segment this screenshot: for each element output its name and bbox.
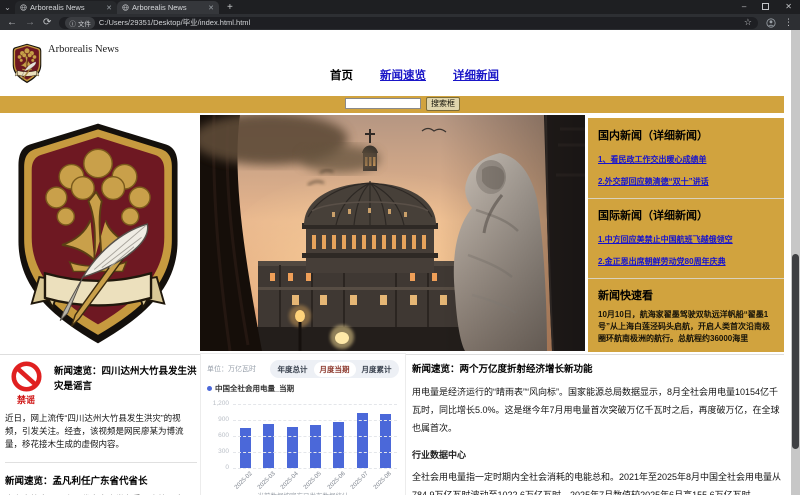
forward-icon[interactable]: → xyxy=(25,18,35,28)
chart-legend: 中国全社会用电量_当期 xyxy=(207,383,399,394)
tab-close-icon[interactable]: ✕ xyxy=(106,4,112,12)
chart-bar xyxy=(240,428,251,468)
tab-search-button[interactable]: ⌄ xyxy=(0,1,15,14)
news-subheading: 行业数据中心 xyxy=(412,448,784,461)
sidebar-link-domestic-1[interactable]: 1、看民政工作交出暖心成绩单 xyxy=(598,154,774,165)
chart-y-tick-label: 600 xyxy=(207,432,229,439)
chevron-down-icon: ⌄ xyxy=(4,3,11,12)
news-divider xyxy=(5,462,197,463)
globe-icon xyxy=(122,4,129,11)
chart-bars xyxy=(234,396,397,468)
chart-unit-label: 单位：万亿瓦时 xyxy=(207,364,256,374)
browser-tabstrip: ⌄ Arborealis News ✕ Arborealis News ✕ + … xyxy=(0,0,800,14)
chart-bar xyxy=(310,425,321,468)
chart-bar xyxy=(333,422,344,468)
close-button[interactable]: ✕ xyxy=(785,2,792,11)
chart-gridline xyxy=(233,468,397,469)
chart-gridline xyxy=(233,452,397,453)
tab-title: Arborealis News xyxy=(30,3,103,12)
chart-x-axis-labels: 2025-022025-032025-042025-052025-062025-… xyxy=(234,474,397,489)
bookmark-star-icon[interactable]: ☆ xyxy=(744,17,752,28)
browser-menu-icon[interactable]: ⋮ xyxy=(784,17,793,28)
news-sidebar: 国内新闻（详细新闻） 1、看民政工作交出暖心成绩单 2.外交部回应赖清德“双十”… xyxy=(588,118,784,352)
chart-plot-area: 0 300 600 900 1,200 xyxy=(207,396,399,474)
back-icon[interactable]: ← xyxy=(7,18,17,28)
sidebar-link-domestic-2[interactable]: 2.外交部回应赖清德“双十”讲话 xyxy=(598,176,774,187)
site-logo-crest-icon xyxy=(10,39,44,88)
rumor-ban-badge: 禁谣 xyxy=(17,393,35,406)
browser-toolbar: ← → ⟳ ⓘ文件 C:/Users/29351/Desktop/毕业/inde… xyxy=(0,14,800,31)
globe-icon xyxy=(20,4,27,11)
sidebar-link-intl-2[interactable]: 2.金正恩出席朝鲜劳动党80周年庆典 xyxy=(598,256,774,267)
news-title[interactable]: 新闻速览：孟凡利任广东省代省长 xyxy=(5,473,197,487)
main-nav: 首页 新闻速览 详细新闻 xyxy=(330,67,499,83)
news-column-left: 禁谣 新闻速览：四川达州大竹县发生洪灾是谣言 近日，网上流传“四川达州大竹县发生… xyxy=(5,361,197,495)
site-name: Arborealis News xyxy=(48,44,119,55)
chart-y-tick-label: 1,200 xyxy=(207,400,229,407)
news-title[interactable]: 新闻速览：两个万亿度折射经济增长新功能 xyxy=(412,361,784,375)
sidebar-link-intl-1[interactable]: 1.中方回应美禁止中国航班飞越俄领空 xyxy=(598,234,774,245)
legend-dot-icon xyxy=(207,386,212,391)
info-icon: ⓘ xyxy=(69,18,76,28)
chart-bar xyxy=(263,424,274,468)
nav-detailnews-link[interactable]: 详细新闻 xyxy=(453,67,499,83)
chart-caption: 当前数据按官方已发布数据统计 xyxy=(207,490,399,495)
reload-icon[interactable]: ⟳ xyxy=(43,18,51,28)
minimize-button[interactable]: – xyxy=(742,2,746,11)
chart-gridline xyxy=(233,404,397,405)
news-column-right: 新闻速览：两个万亿度折射经济增长新功能 用电量是经济运行的“晴雨表”“风向标”。… xyxy=(412,361,784,495)
chart-bar xyxy=(287,427,298,468)
chart-tab-monthly-cumulative[interactable]: 月度累计 xyxy=(356,362,398,377)
sidebar-divider xyxy=(588,198,784,199)
sidebar-section-title-quicklook: 新闻快速看 xyxy=(598,287,774,303)
chart-gridline xyxy=(233,436,397,437)
browser-window: ⌄ Arborealis News ✕ Arborealis News ✕ + … xyxy=(0,0,800,495)
chart-y-tick-label: 900 xyxy=(207,416,229,423)
window-controls: – ✕ xyxy=(742,0,792,13)
hero-crest-logo xyxy=(2,118,194,350)
sidebar-section-title-domestic: 国内新闻（详细新闻） xyxy=(598,127,774,143)
search-input[interactable] xyxy=(345,98,421,109)
new-tab-button[interactable]: + xyxy=(227,1,233,14)
prohibition-icon xyxy=(11,361,42,392)
chart-gridline xyxy=(233,420,397,421)
tab-title: Arborealis News xyxy=(132,3,205,12)
nav-home-link[interactable]: 首页 xyxy=(330,67,353,83)
browser-tab-1[interactable]: Arborealis News ✕ xyxy=(15,1,117,14)
browser-tab-2[interactable]: Arborealis News ✕ xyxy=(117,1,219,14)
scrollbar-thumb[interactable] xyxy=(792,254,799,449)
page-scrollbar[interactable] xyxy=(791,30,800,495)
chart-y-tick-label: 300 xyxy=(207,448,229,455)
address-bar[interactable]: ⓘ文件 C:/Users/29351/Desktop/毕业/index.html… xyxy=(59,17,758,29)
news-title[interactable]: 新闻速览：四川达州大竹县发生洪灾是谣言 xyxy=(54,364,197,394)
nav-quicknews-link[interactable]: 新闻速览 xyxy=(380,67,426,83)
chart-y-tick-label: 0 xyxy=(207,464,229,471)
file-scheme-chip[interactable]: ⓘ文件 xyxy=(65,17,95,29)
news-text: 近日，网上流传“四川达州大竹县发生洪灾”的视频，引发关注。经查，该视频是网民廖某… xyxy=(5,412,197,452)
url-text: C:/Users/29351/Desktop/毕业/index.html.htm… xyxy=(99,17,250,28)
chart-bar xyxy=(380,414,391,468)
search-bar: 搜索框 xyxy=(0,96,784,113)
search-button[interactable]: 搜索框 xyxy=(426,97,460,111)
news-text: 全社会用电量指一定时期内全社会消耗的电能总和。2021年至2025年8月中国全社… xyxy=(412,468,784,495)
electricity-chart-card: 单位：万亿瓦时 年度总计 月度当期 月度累计 中国全社会用电量_当期 0 300 6… xyxy=(200,353,406,495)
maximize-button[interactable] xyxy=(762,3,769,10)
file-chip-label: 文件 xyxy=(78,18,91,28)
main-photo-image xyxy=(200,115,585,351)
main-photo xyxy=(200,115,585,351)
chart-tab-group: 年度总计 月度当期 月度累计 xyxy=(270,360,399,378)
webpage: Arborealis News 首页 新闻速览 详细新闻 搜索框 xyxy=(0,30,791,495)
sidebar-section-title-international: 国际新闻（详细新闻） xyxy=(598,207,774,223)
news-text: 用电量是经济运行的“晴雨表”“风向标”。国家能源总局数据显示，8月全社会用电量1… xyxy=(412,383,784,437)
legend-label: 中国全社会用电量_当期 xyxy=(215,383,294,394)
chart-tab-annual[interactable]: 年度总计 xyxy=(272,362,314,377)
profile-avatar-icon[interactable] xyxy=(766,18,776,28)
sidebar-divider xyxy=(588,278,784,279)
chart-bar xyxy=(357,413,368,468)
sidebar-quicklook-text: 10月10日，航海家翟墨驾驶双轨远洋帆船“翟墨1号”从上海白莲泾码头启航，开启人… xyxy=(598,309,774,345)
tab-close-icon[interactable]: ✕ xyxy=(208,4,214,12)
chart-tab-monthly-current[interactable]: 月度当期 xyxy=(314,362,356,377)
